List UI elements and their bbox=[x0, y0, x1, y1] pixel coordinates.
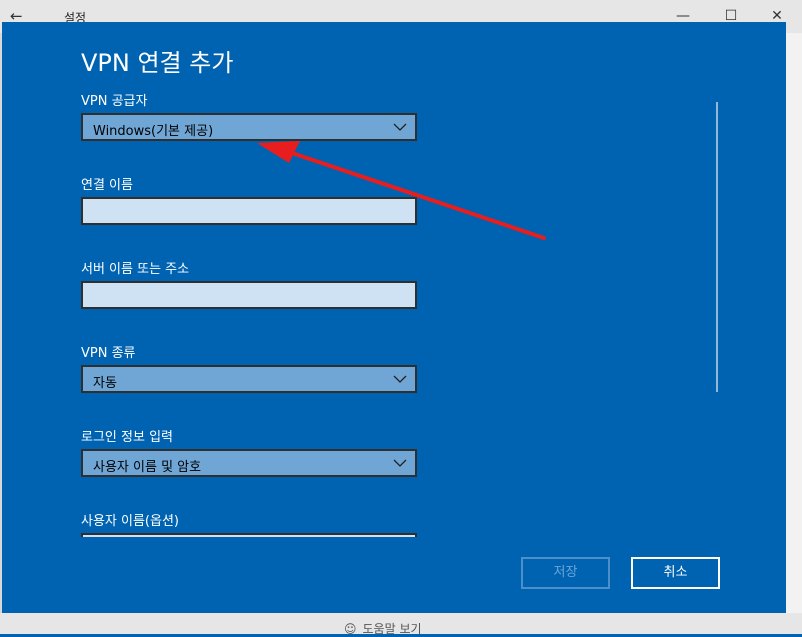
dialog-title: VPN 연결 추가 bbox=[81, 49, 234, 77]
sign-in-value: 사용자 이름 및 암호 bbox=[93, 460, 202, 475]
provider-value: Windows(기본 제공) bbox=[93, 124, 214, 139]
server-input[interactable] bbox=[81, 281, 417, 309]
help-link[interactable]: ☺ 도움말 보기 bbox=[344, 620, 422, 637]
sign-in-dropdown[interactable]: 사용자 이름 및 암호 bbox=[81, 449, 417, 477]
dialog-scrollbar[interactable] bbox=[716, 102, 718, 392]
provider-dropdown[interactable]: Windows(기본 제공) bbox=[81, 113, 417, 141]
add-vpn-dialog: VPN 연결 추가 VPN 공급자 Windows(기본 제공) 연결 이름 서… bbox=[2, 22, 786, 613]
vpn-type-value: 자동 bbox=[93, 376, 117, 391]
server-label: 서버 이름 또는 주소 bbox=[81, 262, 190, 277]
chevron-down-icon bbox=[393, 454, 407, 472]
connection-name-label: 연결 이름 bbox=[81, 178, 133, 193]
username-label: 사용자 이름(옵션) bbox=[81, 514, 179, 529]
save-button[interactable]: 저장 bbox=[521, 557, 610, 589]
username-input-partial[interactable] bbox=[81, 533, 417, 537]
vpn-type-label: VPN 종류 bbox=[81, 346, 136, 361]
chevron-down-icon bbox=[393, 118, 407, 136]
connection-name-input[interactable] bbox=[81, 197, 417, 225]
sign-in-label: 로그인 정보 입력 bbox=[81, 430, 173, 445]
background-scroll-area bbox=[786, 33, 802, 634]
cancel-button[interactable]: 취소 bbox=[631, 557, 720, 589]
vpn-type-dropdown[interactable]: 자동 bbox=[81, 365, 417, 393]
provider-label: VPN 공급자 bbox=[81, 94, 148, 109]
chevron-down-icon bbox=[393, 370, 407, 388]
